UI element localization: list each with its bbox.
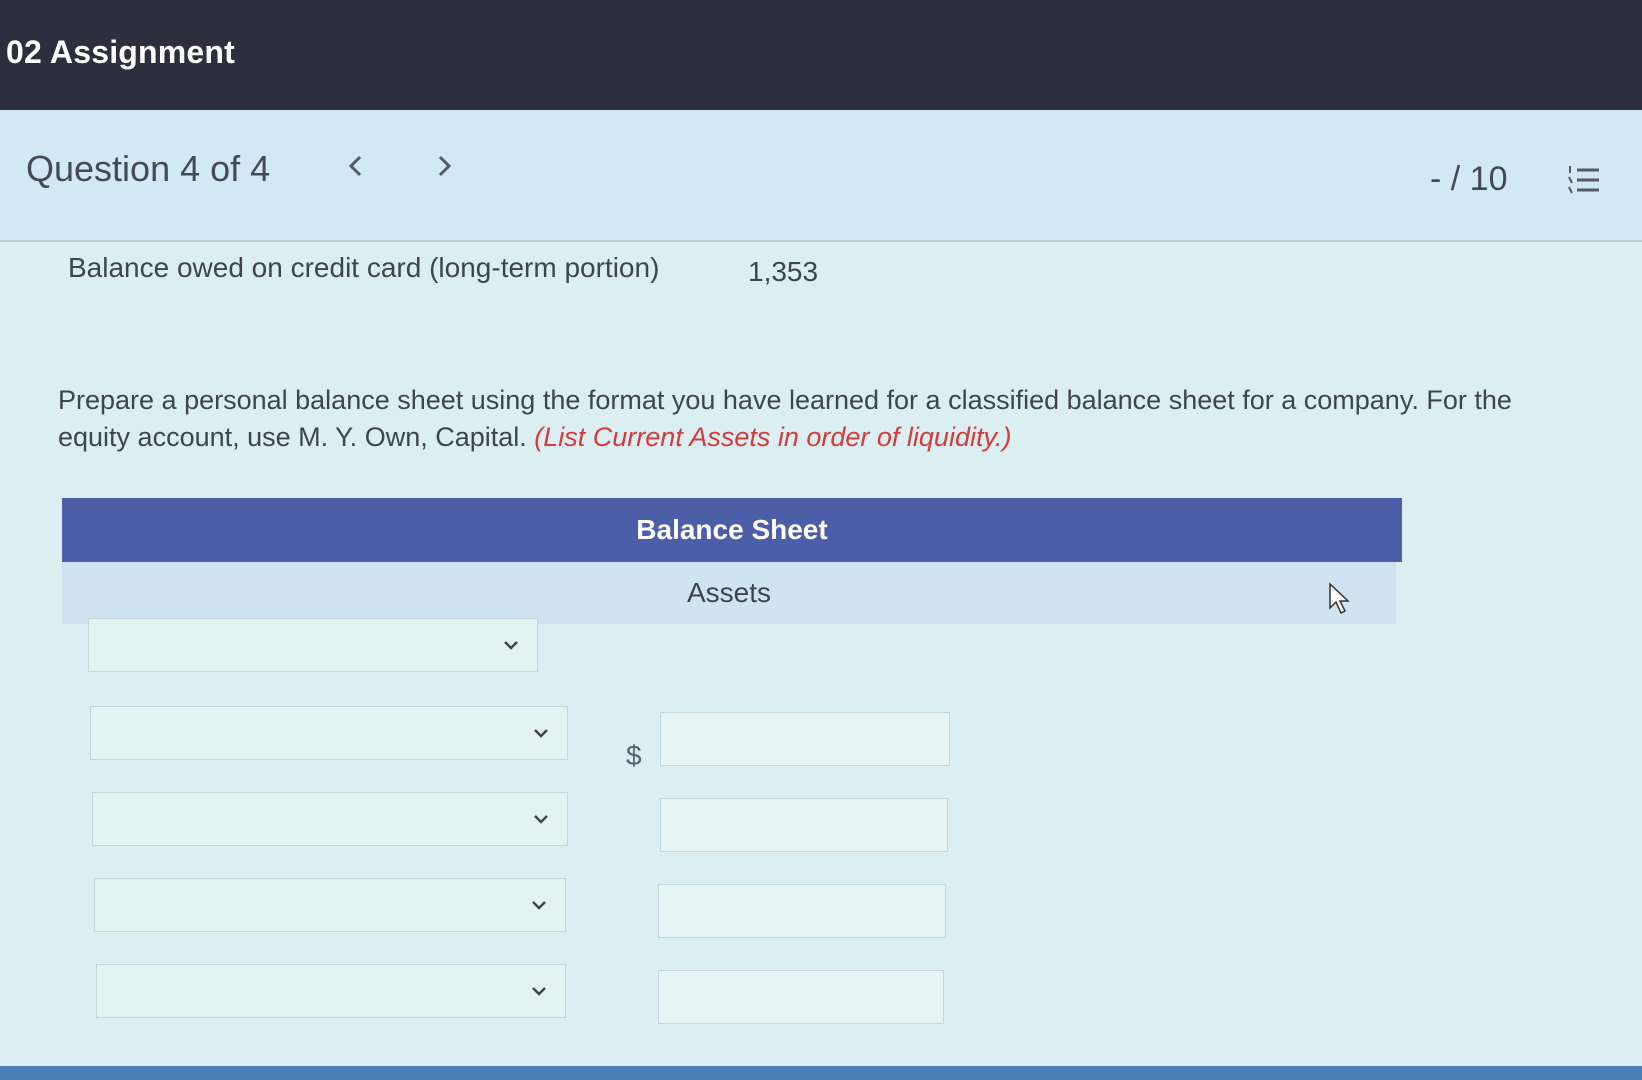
account-dropdown-5[interactable] <box>96 964 566 1018</box>
assets-section-header: Assets <box>62 562 1396 624</box>
account-dropdown-4[interactable] <box>94 878 566 932</box>
account-dropdown-2[interactable] <box>90 706 568 760</box>
data-row-value: 1,353 <box>748 256 819 287</box>
instructions-hint: (List Current Assets in order of liquidi… <box>534 422 1012 452</box>
amount-input-5[interactable] <box>658 970 944 1024</box>
account-dropdown-1[interactable] <box>88 618 538 672</box>
question-content: Balance owed on credit card (long-term p… <box>0 242 1642 1080</box>
chevron-down-icon <box>504 641 518 650</box>
chevron-left-icon <box>348 155 362 177</box>
currency-symbol: $ <box>626 740 642 771</box>
chevron-right-icon <box>438 155 452 177</box>
previous-question-button[interactable] <box>336 146 376 186</box>
question-score: - / 10 <box>1430 160 1508 198</box>
top-bar: 02 Assignment <box>0 0 1642 110</box>
numbered-list-icon <box>1568 166 1599 194</box>
instructions: Prepare a personal balance sheet using t… <box>58 382 1578 456</box>
question-counter: Question 4 of 4 <box>26 148 271 189</box>
amount-input-4[interactable] <box>658 884 946 938</box>
question-list-button[interactable] <box>1566 162 1602 198</box>
amount-input-3[interactable] <box>660 798 948 852</box>
amount-input-2[interactable] <box>660 712 950 766</box>
mouse-pointer-icon <box>1329 582 1350 615</box>
chevron-down-icon <box>534 729 548 738</box>
next-question-button[interactable] <box>424 146 464 186</box>
assignment-title: 02 Assignment <box>6 34 236 70</box>
data-row-label: Balance owed on credit card (long-term p… <box>68 252 660 283</box>
chevron-down-icon <box>532 987 546 996</box>
question-nav-bar: Question 4 of 4 - / 10 <box>0 110 1642 242</box>
balance-sheet-title: Balance Sheet <box>62 498 1402 562</box>
bottom-border <box>0 1066 1642 1080</box>
chevron-down-icon <box>532 901 546 910</box>
account-dropdown-3[interactable] <box>92 792 568 846</box>
chevron-down-icon <box>534 815 548 824</box>
